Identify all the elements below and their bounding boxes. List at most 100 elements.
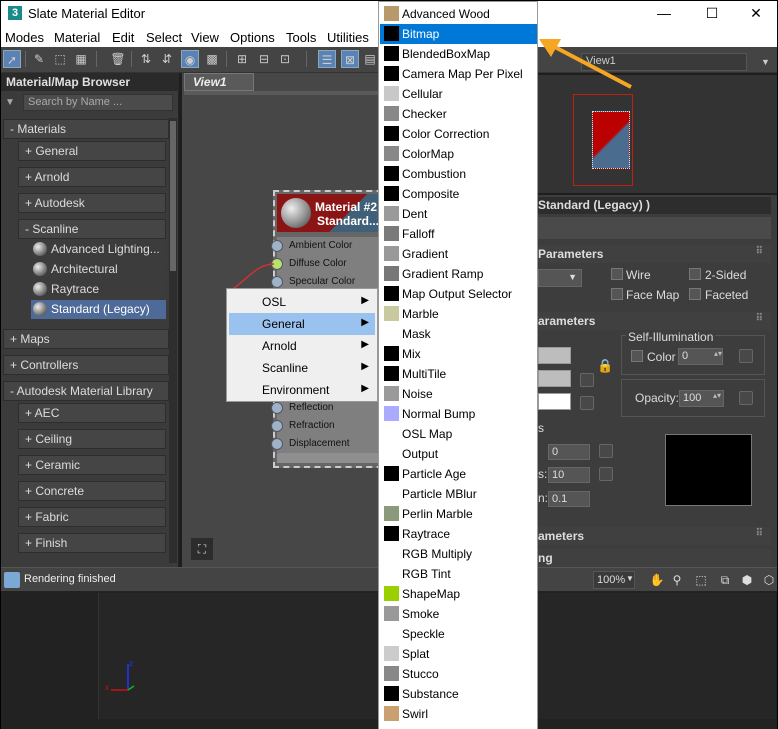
close-button[interactable]: ✕	[733, 1, 778, 27]
menu-tools[interactable]: Tools	[286, 30, 316, 45]
zoom-extents-selected-icon[interactable]: ⬢	[739, 572, 755, 588]
map-type-item[interactable]: Cellular	[380, 84, 537, 104]
diffuse-swatch[interactable]	[538, 370, 571, 387]
material-name-field[interactable]	[538, 217, 771, 239]
map-type-item[interactable]: Checker	[380, 104, 537, 124]
zoom-extents-icon[interactable]: ⧉	[717, 572, 733, 588]
rollout-basic-parameters[interactable]: arameters ⠿	[538, 312, 771, 330]
material-advanced-lighting[interactable]: Advanced Lighting...	[31, 240, 166, 259]
group-autodesk[interactable]: + Autodesk	[18, 193, 166, 213]
socket-icon[interactable]	[271, 420, 283, 432]
map-type-item[interactable]: Composite	[380, 184, 537, 204]
group-autodesk-material-library[interactable]: - Autodesk Material Library	[3, 381, 169, 401]
tab-view1[interactable]: View1	[184, 73, 254, 91]
zoom-icon[interactable]: ⚲	[669, 572, 685, 588]
map-type-item[interactable]: Perlin Marble	[380, 504, 537, 524]
map-type-item[interactable]: Falloff	[380, 224, 537, 244]
map-type-item[interactable]: Gradient Ramp	[380, 264, 537, 284]
group-controllers[interactable]: + Controllers	[3, 355, 169, 375]
menu-options[interactable]: Options	[230, 30, 275, 45]
map-type-item[interactable]: Raytrace	[380, 524, 537, 544]
map-type-item[interactable]: ShapeMap	[380, 584, 537, 604]
map-type-item[interactable]: Splat	[380, 644, 537, 664]
minimize-button[interactable]: —	[641, 1, 687, 27]
material-raytrace[interactable]: Raytrace	[31, 280, 166, 299]
map-type-item[interactable]: ColorMap	[380, 144, 537, 164]
map-type-item[interactable]: Gradient	[380, 244, 537, 264]
glossiness-map-button[interactable]	[599, 467, 613, 481]
group-materials[interactable]: - Materials	[3, 119, 169, 139]
map-type-item[interactable]: MultiTile	[380, 364, 537, 384]
browser-scroll-thumb[interactable]	[170, 121, 176, 271]
spinner-icon[interactable]: ▴▾	[714, 349, 722, 358]
group-arnold[interactable]: + Arnold	[18, 167, 166, 187]
ambient-swatch[interactable]	[538, 347, 571, 364]
navigator-icon[interactable]: ⛶	[191, 538, 213, 560]
dropdown-arrow-icon[interactable]: ▼	[761, 57, 770, 67]
map-type-item[interactable]: Noise	[380, 384, 537, 404]
group-aec[interactable]: + AEC	[18, 403, 166, 423]
ctx-general[interactable]: General ▶	[229, 313, 375, 335]
select-tool-icon[interactable]: ➚	[3, 50, 21, 68]
map-type-item[interactable]: Camera Map Per Pixel	[380, 64, 537, 84]
glossiness-field[interactable]: 10	[548, 467, 590, 483]
slot-refraction[interactable]: Refraction	[271, 417, 381, 435]
group-ceiling[interactable]: + Ceiling	[18, 429, 166, 449]
rollout-extended[interactable]: ameters ⠿	[538, 527, 771, 545]
group-concrete[interactable]: + Concrete	[18, 481, 166, 501]
eyedropper-icon[interactable]: ✎	[30, 50, 48, 68]
background-icon[interactable]: ▩	[203, 50, 221, 68]
self-illum-map-button[interactable]	[739, 349, 753, 363]
group-finish[interactable]: + Finish	[18, 533, 166, 553]
map-type-item[interactable]: Smoke	[380, 604, 537, 624]
map-type-item[interactable]: Mix	[380, 344, 537, 364]
map-type-item[interactable]: Mask	[380, 324, 537, 344]
map-type-item[interactable]: Marble	[380, 304, 537, 324]
opacity-map-button[interactable]	[739, 391, 753, 405]
search-options-icon[interactable]: ▼	[5, 97, 15, 108]
menu-modes[interactable]: Modes	[5, 30, 44, 45]
map-type-item[interactable]: OSL Map	[380, 424, 537, 444]
map-type-item[interactable]: Speckle	[380, 624, 537, 644]
material-editor-icon[interactable]: ☰	[318, 50, 336, 68]
map-type-item[interactable]: BlendedBoxMap	[380, 44, 537, 64]
soften-field[interactable]: 0.1	[548, 491, 590, 507]
map-type-item[interactable]: Advanced Wood	[380, 4, 537, 24]
move-children-icon[interactable]: ⇅	[137, 50, 155, 68]
maximize-button[interactable]: ☐	[689, 1, 735, 27]
render-icon[interactable]: ⊠	[341, 50, 359, 68]
menu-utilities[interactable]: Utilities	[327, 30, 369, 45]
slot-ambient-color[interactable]: Ambient Color	[271, 237, 381, 255]
lock-icon[interactable]: 🔒	[597, 358, 613, 374]
group-general[interactable]: + General	[18, 141, 166, 161]
specular-swatch[interactable]	[538, 393, 571, 410]
slot-displacement[interactable]: Displacement	[271, 435, 381, 453]
map-type-item[interactable]: RGB Tint	[380, 564, 537, 584]
ctx-arnold[interactable]: Arnold ▶	[229, 335, 375, 357]
material-architectural[interactable]: Architectural	[31, 260, 166, 279]
map-type-item[interactable]: Dent	[380, 204, 537, 224]
socket-icon[interactable]	[271, 402, 283, 414]
menu-view[interactable]: View	[191, 30, 219, 45]
map-type-item[interactable]: Combustion	[380, 164, 537, 184]
ctx-osl[interactable]: OSL ▶	[229, 291, 375, 313]
map-type-item[interactable]: Color Correction	[380, 124, 537, 144]
menu-edit[interactable]: Edit	[112, 30, 134, 45]
map-type-item[interactable]: Swirl	[380, 704, 537, 724]
pan-to-selected-icon[interactable]: ⬡	[761, 572, 777, 588]
hide-unused-icon[interactable]: ⊡	[276, 50, 294, 68]
dropdown-arrow-icon[interactable]: ▼	[626, 574, 634, 583]
delete-icon[interactable]: 🗑	[109, 50, 127, 68]
map-type-item[interactable]: Stucco	[380, 664, 537, 684]
specular-level-map-button[interactable]	[599, 444, 613, 458]
face-map-checkbox[interactable]	[611, 288, 623, 300]
map-type-item[interactable]: Output	[380, 444, 537, 464]
map-type-item[interactable]: Map Output Selector	[380, 284, 537, 304]
two-sided-checkbox[interactable]	[689, 268, 701, 280]
pan-icon[interactable]: ✋	[649, 572, 665, 588]
wire-checkbox[interactable]	[611, 268, 623, 280]
rollout-supersampling[interactable]: ng	[538, 549, 771, 567]
options-icon[interactable]: ▤	[361, 50, 379, 68]
assign-material-icon[interactable]: ⬚	[51, 50, 69, 68]
material-standard-legacy[interactable]: Standard (Legacy)	[31, 300, 166, 319]
